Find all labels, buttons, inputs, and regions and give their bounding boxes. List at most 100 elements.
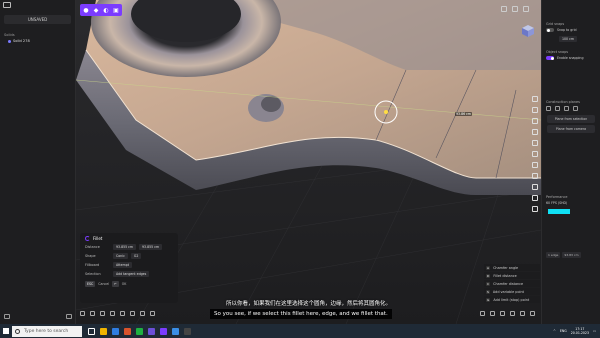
3d-viewport[interactable]: ● ◆ ◐ ▣ 93.86 cm Fillet Distance 93.855 … xyxy=(76,0,541,324)
menu-item-chamfer-distance[interactable]: C Chamfer distance xyxy=(484,280,540,287)
cancel-button[interactable]: Cancel xyxy=(98,282,109,286)
curve-tool-icon[interactable] xyxy=(532,151,538,157)
brush-icon[interactable] xyxy=(490,311,495,316)
fillboard-select[interactable]: Attempt xyxy=(113,262,132,268)
camera-icon[interactable] xyxy=(512,6,518,12)
notifications-icon[interactable]: ▭ xyxy=(593,329,596,333)
panel-toggle-icon[interactable] xyxy=(3,2,11,8)
outliner-panel: UNSAVED Solids Solid 278 xyxy=(0,0,76,324)
pen-icon[interactable] xyxy=(480,311,485,316)
plane-yz-icon[interactable] xyxy=(555,106,560,111)
enable-snapping-toggle[interactable] xyxy=(546,56,554,60)
offset-tool-icon[interactable] xyxy=(532,173,538,179)
menu-item-label: Chamfer angle xyxy=(493,265,519,270)
plane-xz-icon[interactable] xyxy=(564,106,569,111)
menu-item-label: Chamfer distance xyxy=(493,281,524,286)
fillet-header: Fillet xyxy=(85,236,173,241)
enable-snapping-row[interactable]: Enable snapping xyxy=(542,54,600,62)
menu-item-fillet-distance[interactable]: D Fillet distance xyxy=(484,272,540,279)
line-tool-icon[interactable] xyxy=(532,96,538,102)
tool-sidebar xyxy=(532,96,538,212)
performance-value: 60 FPS (SHD) xyxy=(546,201,568,205)
section-label-solids[interactable]: Solids xyxy=(0,29,75,37)
rectangle-tool-icon[interactable] xyxy=(532,129,538,135)
distance-input-2[interactable]: 93.855 cm xyxy=(139,244,163,250)
pivot-icon[interactable] xyxy=(150,311,155,316)
polygon-tool-icon[interactable] xyxy=(532,140,538,146)
add-icon[interactable] xyxy=(66,314,72,319)
menu-item-add-variable-point[interactable]: S Add variable point xyxy=(484,288,540,295)
language-indicator[interactable]: ENG xyxy=(560,329,567,333)
arc-tool-icon[interactable] xyxy=(532,107,538,113)
layers-tool-icon[interactable] xyxy=(532,206,538,212)
add-tangent-edges-button[interactable]: Add tangent edges xyxy=(113,271,150,277)
distance-input-1[interactable]: 93.855 cm xyxy=(113,244,137,250)
align-icon[interactable] xyxy=(130,311,135,316)
move-icon[interactable] xyxy=(80,311,85,316)
group-icon[interactable] xyxy=(140,311,145,316)
shape-select[interactable]: Conic xyxy=(113,253,128,259)
menu-item-label: Add variable point xyxy=(492,289,524,294)
clock-date: 20.01.2023 xyxy=(570,331,589,335)
selection-value: 93.83 cm xyxy=(562,252,581,258)
snap-to-grid-toggle[interactable] xyxy=(546,28,554,32)
select-vertex-icon[interactable]: ▣ xyxy=(111,5,121,15)
task-view-icon[interactable] xyxy=(88,327,95,335)
outliner-header xyxy=(0,0,75,10)
menu-item-chamfer-angle[interactable]: A Chamfer angle xyxy=(484,264,540,271)
viewport-bottom-tools xyxy=(80,311,155,316)
measurement-label: 93.86 cm xyxy=(455,112,472,116)
outliner-footer xyxy=(4,314,72,319)
snap-to-grid-label: Snap to grid xyxy=(557,28,577,32)
subtitle-english: So you see, if we select this fillet her… xyxy=(210,309,392,319)
mirror-icon[interactable] xyxy=(110,311,115,316)
settings-icon[interactable] xyxy=(523,6,529,12)
grid-value-input[interactable]: 100 cm xyxy=(559,36,577,42)
office-icon[interactable] xyxy=(124,327,131,335)
redo-icon[interactable] xyxy=(530,311,535,316)
plane-icons xyxy=(542,104,600,113)
cut-tool-icon[interactable] xyxy=(532,162,538,168)
chevron-up-icon[interactable]: ^ xyxy=(553,329,556,333)
settings-app-icon[interactable] xyxy=(184,327,191,335)
viewport-bottom-right-tools xyxy=(480,311,535,316)
select-face-icon[interactable]: ◆ xyxy=(91,5,101,15)
taskbar-search[interactable]: Type here to search xyxy=(12,325,82,337)
shape-param[interactable]: G2 xyxy=(130,253,142,259)
plane-from-camera-button[interactable]: Plane from camera xyxy=(547,125,595,133)
chrome-icon[interactable] xyxy=(136,327,143,335)
select-object-icon[interactable]: ● xyxy=(81,5,91,15)
edge-icon[interactable] xyxy=(112,327,119,335)
document-title[interactable]: UNSAVED xyxy=(4,15,71,24)
snap-to-grid-row[interactable]: Snap to grid xyxy=(542,26,600,34)
ok-button[interactable]: OK xyxy=(122,282,127,286)
plasticity-icon[interactable] xyxy=(160,327,167,335)
view-icon[interactable] xyxy=(501,6,507,12)
circle-tool-icon[interactable] xyxy=(532,118,538,124)
file-explorer-icon[interactable] xyxy=(100,327,107,335)
fillet-tool-icon[interactable] xyxy=(532,195,538,201)
plane-xy-icon[interactable] xyxy=(546,106,551,111)
plane-from-selection-button[interactable]: Plane from selection xyxy=(547,115,595,123)
rotate-icon[interactable] xyxy=(90,311,95,316)
boolean-tool-icon[interactable] xyxy=(532,184,538,190)
windows-taskbar: Type here to search ^ ENG 17:17 20.01.20… xyxy=(0,324,600,338)
shortcut-key: D xyxy=(486,273,491,278)
shape-label: Shape xyxy=(85,254,96,258)
undo-icon[interactable] xyxy=(520,311,525,316)
plane-custom-icon[interactable] xyxy=(573,106,578,111)
array-icon[interactable] xyxy=(120,311,125,316)
folder-icon[interactable] xyxy=(4,314,10,319)
mail-icon[interactable] xyxy=(172,327,179,335)
view-cube[interactable] xyxy=(521,24,535,38)
clock[interactable]: 17:17 20.01.2023 xyxy=(571,327,589,335)
start-button[interactable] xyxy=(0,324,12,338)
app-icon[interactable] xyxy=(148,327,155,335)
shape-icon[interactable] xyxy=(500,311,505,316)
shortcut-key: C xyxy=(486,281,491,286)
taskbar-apps xyxy=(88,327,191,335)
delete-icon[interactable] xyxy=(510,311,515,316)
select-edge-icon[interactable]: ◐ xyxy=(101,5,111,15)
scale-icon[interactable] xyxy=(100,311,105,316)
outliner-item-solid[interactable]: Solid 278 xyxy=(0,37,75,43)
